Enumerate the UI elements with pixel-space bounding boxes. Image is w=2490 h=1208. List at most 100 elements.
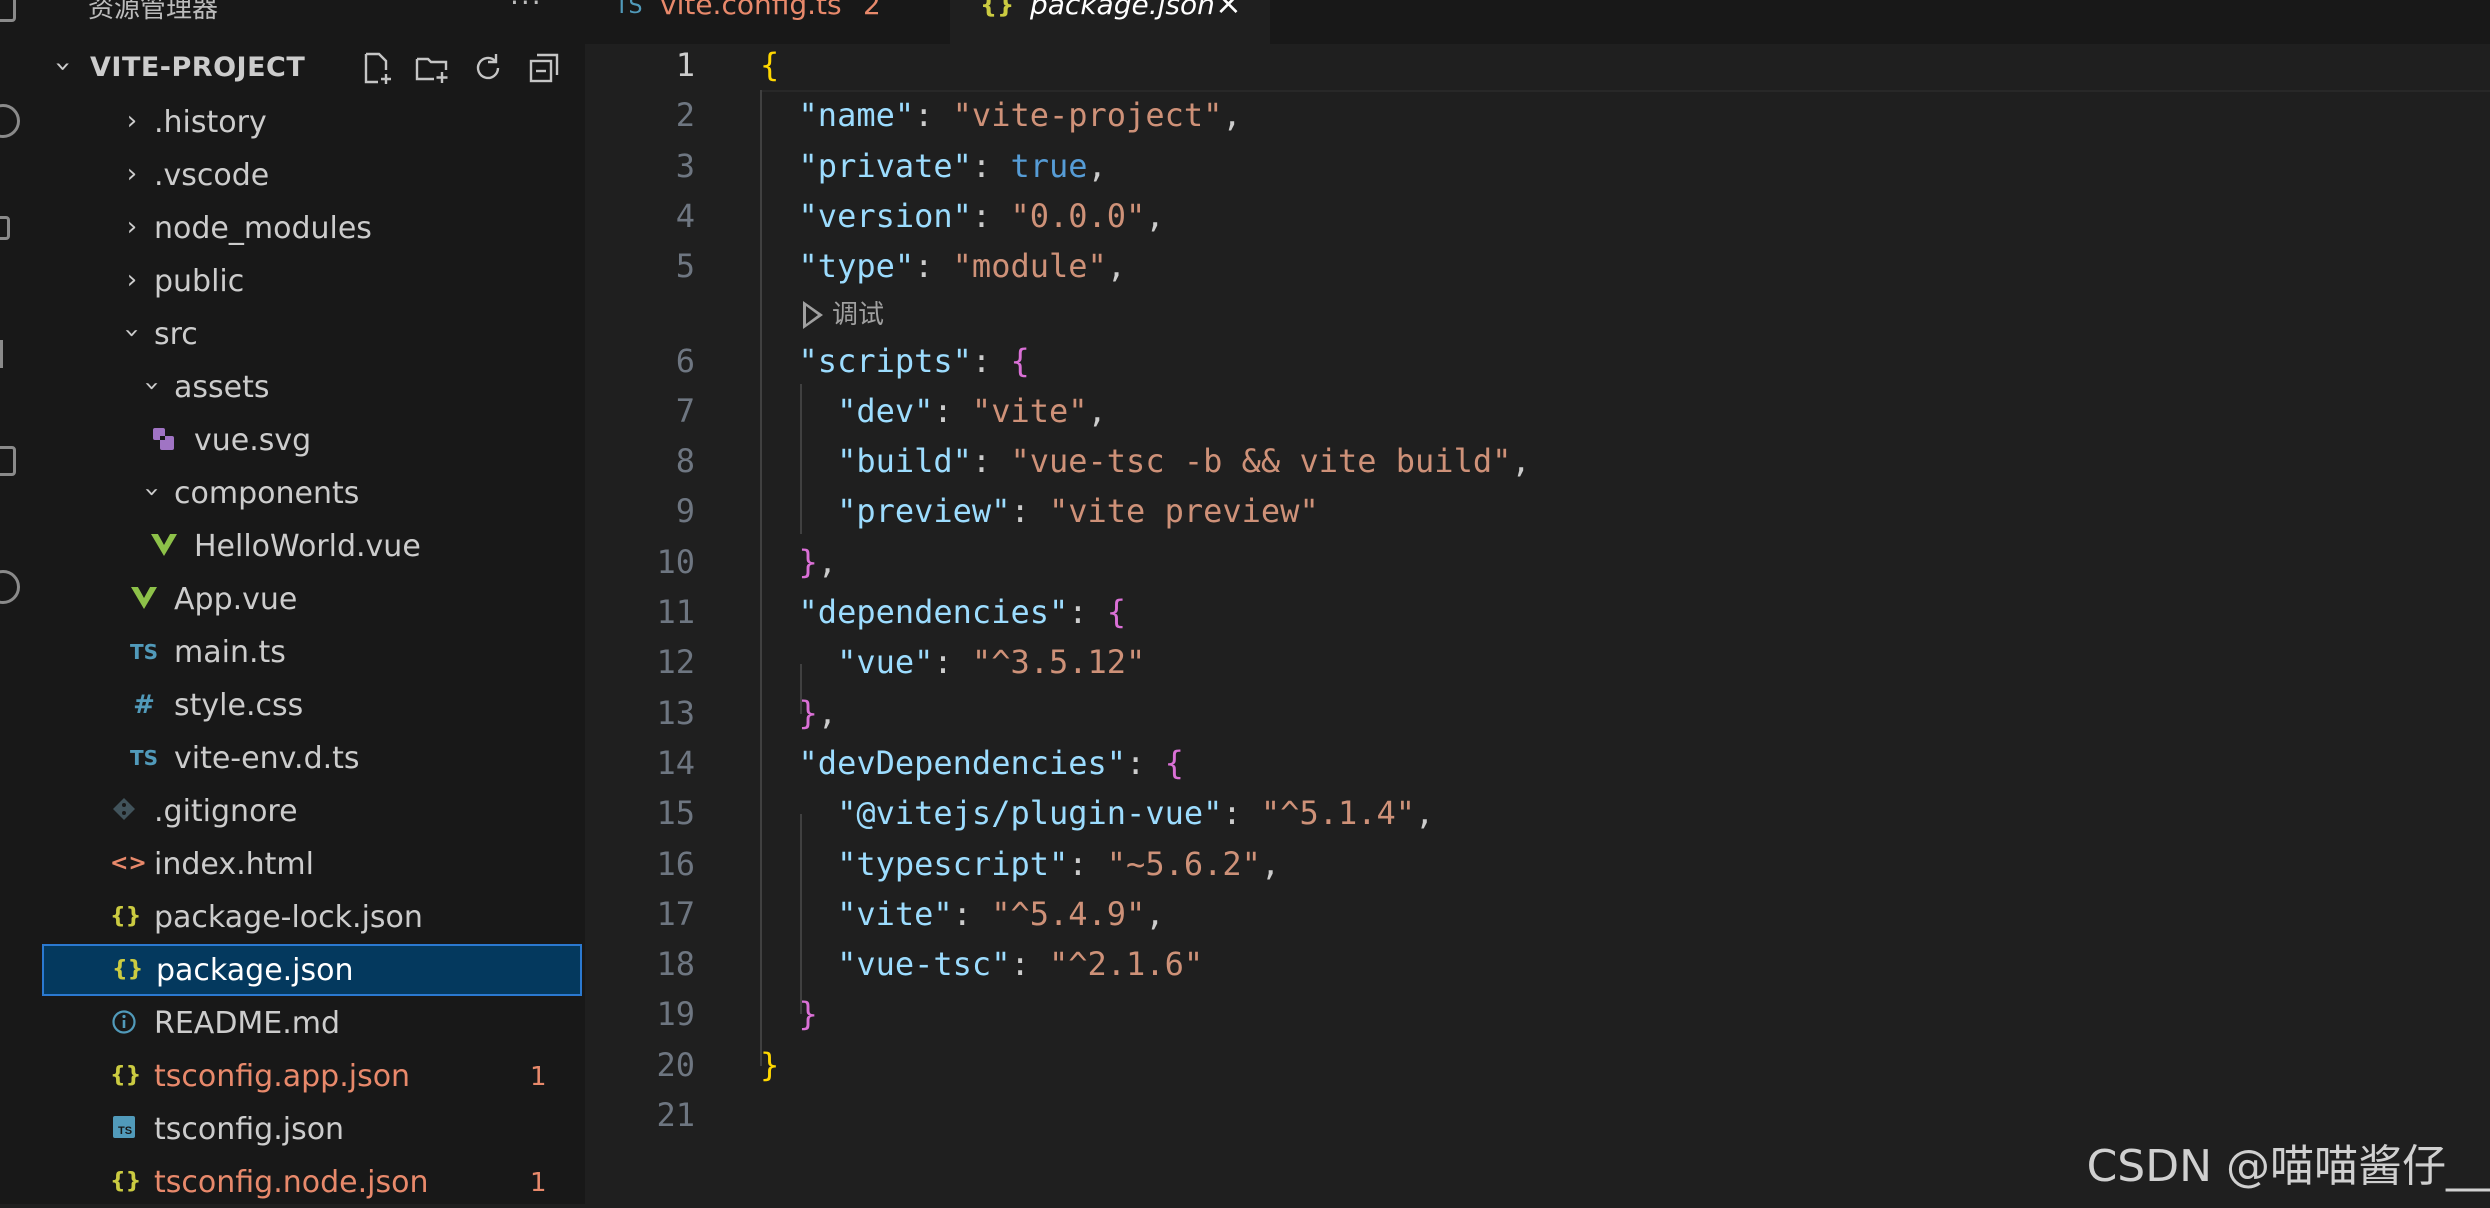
code-token: "private" — [798, 146, 972, 185]
code-line[interactable]: }, — [760, 694, 838, 732]
tree-file-row[interactable]: <> index.html — [40, 838, 585, 890]
tree-file-row[interactable]: README.md — [40, 997, 585, 1049]
code-token: "devDependencies" — [798, 743, 1127, 782]
code-token: , — [1145, 196, 1165, 235]
debug-codelens[interactable]: 调试 — [803, 294, 885, 331]
line-number: 2 — [675, 96, 695, 135]
tree-folder-row[interactable]: › .history — [40, 96, 585, 148]
code-line[interactable]: } — [760, 1046, 779, 1084]
tree-file-row[interactable]: .gitignore — [40, 785, 585, 837]
watermark: CSDN @喵喵酱仔__ — [2086, 1141, 2490, 1192]
line-number: 12 — [656, 643, 695, 682]
line-number: 16 — [656, 844, 695, 883]
explorer-activity-icon[interactable] — [0, 0, 16, 22]
code-token: "vite-project" — [952, 96, 1223, 135]
code-editor[interactable]: 1 2 3 4 5 6 7 8 9 10 11 12 13 14 15 16 17 18 19 20 21 { "nam… — [585, 44, 2490, 1204]
code-line[interactable]: "vue": "^3.5.12" — [760, 643, 1145, 681]
tree-item-label: style.css — [174, 688, 304, 723]
code-line[interactable]: "dependencies": { — [760, 593, 1127, 631]
code-line[interactable]: "dev": "vite", — [760, 392, 1107, 430]
tree-file-row[interactable]: {} tsconfig.node.json 1 — [40, 1156, 585, 1208]
line-number: 15 — [656, 794, 695, 833]
tree-file-row[interactable]: App.vue — [40, 573, 585, 625]
code-line[interactable]: "name": "vite-project", — [760, 96, 1242, 134]
more-actions-icon[interactable]: ··· — [510, 0, 543, 19]
tree-item-label: components — [174, 476, 360, 511]
code-line[interactable]: "version": "0.0.0", — [760, 197, 1165, 235]
code-token: : — [1068, 844, 1107, 883]
code-line[interactable]: "vue-tsc": "^2.1.6" — [760, 945, 1203, 983]
code-token: : — [1126, 743, 1165, 782]
tree-file-row[interactable]: TS tsconfig.json — [40, 1103, 585, 1155]
tree-folder-row[interactable]: › assets — [40, 361, 585, 413]
new-folder-icon[interactable] — [414, 50, 450, 86]
code-token: true — [1010, 146, 1088, 185]
code-line[interactable]: "devDependencies": { — [760, 744, 1184, 782]
code-token: "^5.1.4" — [1260, 794, 1416, 833]
tree-folder-row[interactable]: › components — [40, 467, 585, 519]
chevron-down-icon[interactable]: › — [48, 53, 81, 81]
code-token: "vue-tsc" — [837, 945, 1011, 984]
tree-file-row[interactable]: HelloWorld.vue — [40, 520, 585, 572]
chevron-down-icon[interactable]: › — [137, 374, 167, 398]
extensions-activity-icon[interactable] — [0, 446, 16, 476]
tab-bar: TS vite.config.ts 2 {} package.json × — [585, 0, 2490, 44]
code-line[interactable]: } — [760, 995, 818, 1033]
tree-item-label: tsconfig.app.json — [154, 1059, 411, 1094]
code-line[interactable]: "scripts": { — [760, 342, 1030, 380]
debug-codelens-label: 调试 — [832, 300, 885, 330]
code-line[interactable]: "type": "module", — [760, 247, 1127, 286]
chevron-down-icon[interactable]: › — [137, 480, 167, 504]
tree-folder-row[interactable]: › node_modules — [40, 202, 585, 254]
code-line[interactable]: { — [760, 46, 779, 84]
line-number: 20 — [656, 1045, 695, 1084]
chevron-down-icon[interactable]: › — [117, 321, 147, 345]
tree-folder-row[interactable]: › .vscode — [40, 149, 585, 201]
code-token: "type" — [798, 247, 915, 286]
refresh-icon[interactable] — [470, 50, 506, 86]
remote-activity-icon[interactable] — [0, 570, 20, 604]
code-line[interactable]: "@vitejs/plugin-vue": "^5.1.4", — [760, 794, 1434, 832]
chevron-right-icon[interactable]: › — [120, 265, 144, 295]
tree-item-label: package-lock.json — [154, 900, 423, 935]
tree-item-label: .gitignore — [154, 794, 298, 829]
typescript-file-icon: TS — [130, 746, 159, 770]
search-activity-icon[interactable] — [0, 104, 20, 138]
tree-item-label: tsconfig.json — [154, 1112, 345, 1147]
tree-file-row[interactable]: vue.svg — [40, 414, 585, 466]
code-line[interactable]: "private": true, — [760, 147, 1107, 185]
close-icon[interactable]: × — [1215, 0, 1242, 22]
code-line[interactable]: "build": "vue-tsc -b && vite build", — [760, 442, 1531, 480]
tree-folder-row[interactable]: › src — [40, 308, 585, 360]
new-file-icon[interactable] — [358, 50, 394, 86]
run-debug-activity-icon[interactable] — [0, 340, 3, 368]
tab-vite-config[interactable]: TS vite.config.ts 2 — [585, 0, 945, 44]
tree-file-row[interactable]: {} package.json — [42, 944, 582, 996]
code-token: : — [1010, 945, 1049, 984]
code-line[interactable]: "vite": "^5.4.9", — [760, 895, 1165, 933]
tree-file-row[interactable]: TS vite-env.d.ts — [40, 732, 585, 784]
code-token: , — [817, 542, 838, 581]
code-line[interactable]: "typescript": "~5.6.2", — [760, 845, 1280, 883]
chevron-right-icon[interactable]: › — [120, 212, 144, 242]
code-line[interactable]: }, — [760, 542, 838, 581]
indent-guide — [800, 814, 802, 1014]
collapse-all-icon[interactable] — [526, 50, 562, 86]
code-token: : — [933, 643, 972, 682]
chevron-right-icon[interactable]: › — [120, 159, 144, 189]
tree-file-row[interactable]: TS main.ts — [40, 626, 585, 678]
tab-package-json[interactable]: {} package.json × — [950, 0, 1270, 44]
code-line[interactable]: "preview": "vite preview" — [760, 492, 1319, 530]
tree-file-row[interactable]: {} package-lock.json — [40, 891, 585, 943]
project-root-row[interactable]: › VITE-PROJECT — [40, 46, 585, 90]
chevron-right-icon[interactable]: › — [120, 106, 144, 136]
source-control-activity-icon[interactable] — [0, 216, 10, 240]
tree-file-row[interactable]: {} tsconfig.app.json 1 — [40, 1050, 585, 1102]
code-token: : — [914, 96, 953, 135]
tree-folder-row[interactable]: › public — [40, 255, 585, 307]
tree-file-row[interactable]: # style.css — [40, 679, 585, 731]
code-token: , — [1415, 794, 1435, 833]
